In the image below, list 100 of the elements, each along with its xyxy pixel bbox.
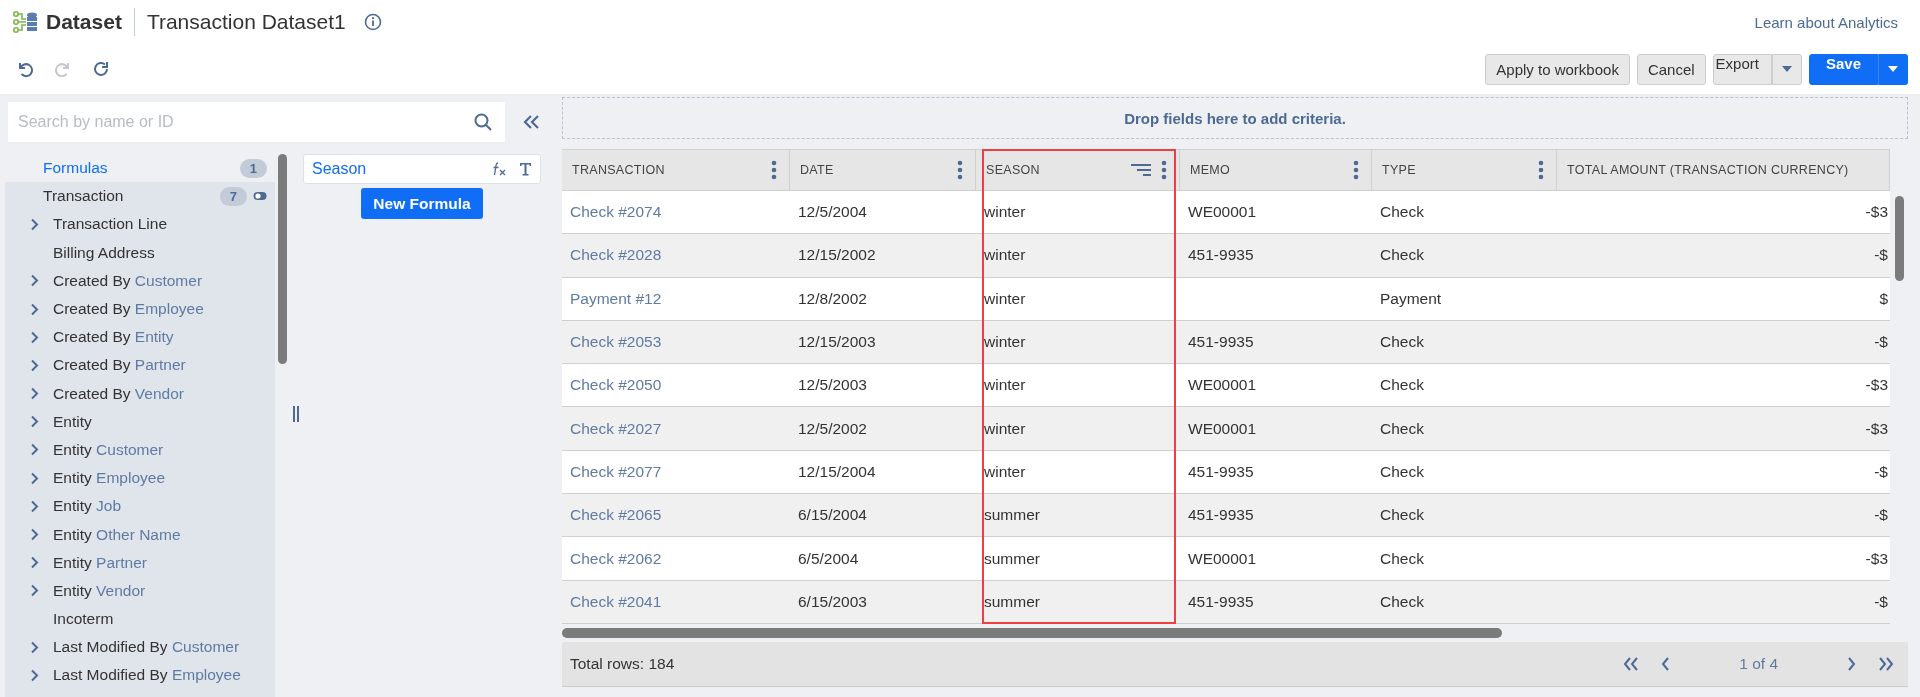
export-button[interactable]: Export [1712, 53, 1772, 85]
table-cell[interactable]: Check #2077 [562, 450, 790, 494]
scrollbar-thumb[interactable] [562, 627, 1502, 638]
table-cell-text: Check [1379, 591, 1425, 612]
table-cell[interactable]: Check #2028 [562, 234, 790, 277]
criteria-drop-zone[interactable]: Drop fields here to add criteria. [562, 97, 1908, 139]
table-cell[interactable]: Check #2074 [562, 191, 790, 234]
tree-item[interactable]: Entity Customer [5, 435, 275, 465]
table-cell-text: 12/5/2003 [797, 375, 868, 396]
table-cell-text: winter [983, 202, 1027, 223]
tree-item[interactable]: Entity Vendor [5, 576, 275, 605]
table-cell-text: WE00001 [1187, 418, 1258, 439]
table-cell-text: 12/5/2002 [797, 418, 868, 439]
column-header[interactable]: DATE [790, 150, 976, 190]
chevron-icon[interactable] [30, 358, 39, 372]
tree-item[interactable]: Transaction Line [5, 210, 275, 239]
table-cell-text: summer [983, 505, 1041, 526]
tree-item[interactable]: Last Modified By Employee [5, 661, 275, 690]
tree-item[interactable]: Created By Customer [5, 266, 275, 295]
more-icon[interactable] [957, 160, 963, 180]
column-header[interactable]: MEMO [1180, 150, 1372, 190]
chevron-icon[interactable] [30, 471, 39, 485]
action-button[interactable]: Cancel [1636, 53, 1706, 85]
tree-item[interactable]: Created By Entity [5, 323, 275, 352]
caret-icon[interactable] [1781, 66, 1792, 72]
table-cell[interactable]: Payment #12 [562, 277, 790, 320]
more-icon[interactable] [1353, 160, 1359, 180]
tree-item[interactable]: Entity Other Name [5, 520, 275, 549]
new-formula-button[interactable]: New Formula [361, 188, 483, 219]
tree-item[interactable]: Entity Partner [5, 548, 275, 577]
toggle-icon[interactable] [253, 191, 267, 202]
formula-name: Season [312, 160, 368, 178]
scrollbar-thumb[interactable] [1895, 196, 1904, 281]
search-field[interactable]: Search by name or ID [8, 102, 505, 142]
scrollbar-thumb[interactable] [278, 154, 287, 364]
more-icon[interactable] [1538, 160, 1544, 180]
caret-icon[interactable] [1888, 66, 1898, 72]
dropdown-button[interactable] [1878, 53, 1908, 85]
column-title: DATE [800, 163, 835, 177]
sort-lines-icon[interactable] [1131, 164, 1151, 176]
search-icon[interactable] [473, 112, 493, 132]
count-badge: 1 [239, 158, 267, 178]
table-cell-text: WE00001 [1187, 375, 1258, 396]
chevron-icon[interactable] [30, 584, 39, 598]
tree-item[interactable]: Entity Job [5, 492, 275, 521]
table-cell[interactable]: Check #2065 [562, 494, 790, 537]
tree-item[interactable]: Billing Address [5, 238, 275, 267]
resize-handle-icon[interactable] [293, 406, 299, 422]
formula-item[interactable]: Season [303, 154, 541, 184]
tree-item[interactable]: Created By Employee [5, 294, 275, 324]
dropdown-button[interactable] [1771, 53, 1802, 85]
table-cell[interactable]: Check #2027 [562, 407, 790, 450]
tree-label: Created By Entity [53, 328, 175, 347]
table-cell-text: 451-9935 [1187, 332, 1255, 353]
column-title: TRANSACTION [572, 163, 666, 177]
tree-label: Entity Customer [53, 440, 165, 459]
more-icon[interactable] [771, 160, 777, 180]
chevron-icon[interactable] [30, 443, 39, 457]
table-cell[interactable]: Check #2041 [562, 580, 790, 623]
save-button[interactable]: Save [1808, 53, 1878, 85]
table-cell-text: 12/15/2002 [797, 245, 877, 266]
collapse-icon[interactable] [523, 114, 541, 130]
action-button[interactable]: Apply to workbook [1485, 53, 1630, 85]
table-cell-text: 451-9935 [1187, 591, 1255, 612]
chevron-icon[interactable] [30, 499, 39, 513]
tree-item[interactable]: Transaction 7 [5, 182, 275, 211]
table-cell[interactable]: Check #2053 [562, 320, 790, 364]
chevron-icon[interactable] [30, 387, 39, 401]
chevron-icon[interactable] [30, 217, 39, 231]
tree-item[interactable]: Created By Vendor [5, 379, 275, 408]
chevron-icon[interactable] [30, 274, 39, 288]
table-cell[interactable]: Check #2050 [562, 364, 790, 407]
tree-label: Entity Vendor [53, 581, 147, 600]
info-icon[interactable] [363, 13, 382, 31]
column-header[interactable]: TYPE [1372, 150, 1557, 190]
chevron-icon[interactable] [30, 668, 39, 682]
chevron-icon[interactable] [30, 528, 39, 542]
chevron-icon[interactable] [30, 640, 39, 654]
text-type-icon[interactable] [519, 162, 532, 176]
tree-item[interactable]: Incoterm [5, 605, 275, 634]
column-title: MEMO [1190, 163, 1232, 177]
tree-item[interactable]: Last Modified By Customer [5, 633, 275, 662]
column-title: TOTAL AMOUNT (TRANSACTION CURRENCY) [1567, 163, 1850, 177]
table-cell-text: 12/15/2004 [797, 461, 877, 482]
tree-item[interactable]: Entity [5, 407, 275, 436]
column-header[interactable]: TRANSACTION [562, 150, 790, 190]
table-cell[interactable]: Check #2062 [562, 537, 790, 580]
function-icon[interactable] [491, 161, 507, 177]
chevron-icon[interactable] [30, 415, 39, 429]
more-icon[interactable] [1161, 160, 1167, 180]
table-cell-text: winter [983, 375, 1027, 396]
chevron-icon[interactable] [30, 556, 39, 570]
tree-label: Formulas [43, 159, 109, 178]
column-header[interactable]: SEASON [976, 150, 1180, 190]
table-cell-text: 12/8/2002 [797, 288, 868, 309]
tree-item[interactable]: Created By Partner [5, 351, 275, 380]
chevron-icon[interactable] [30, 330, 39, 344]
chevron-icon[interactable] [30, 302, 39, 316]
help-link[interactable]: Learn about Analytics [1754, 13, 1898, 31]
tree-item[interactable]: Entity Employee [5, 464, 275, 493]
